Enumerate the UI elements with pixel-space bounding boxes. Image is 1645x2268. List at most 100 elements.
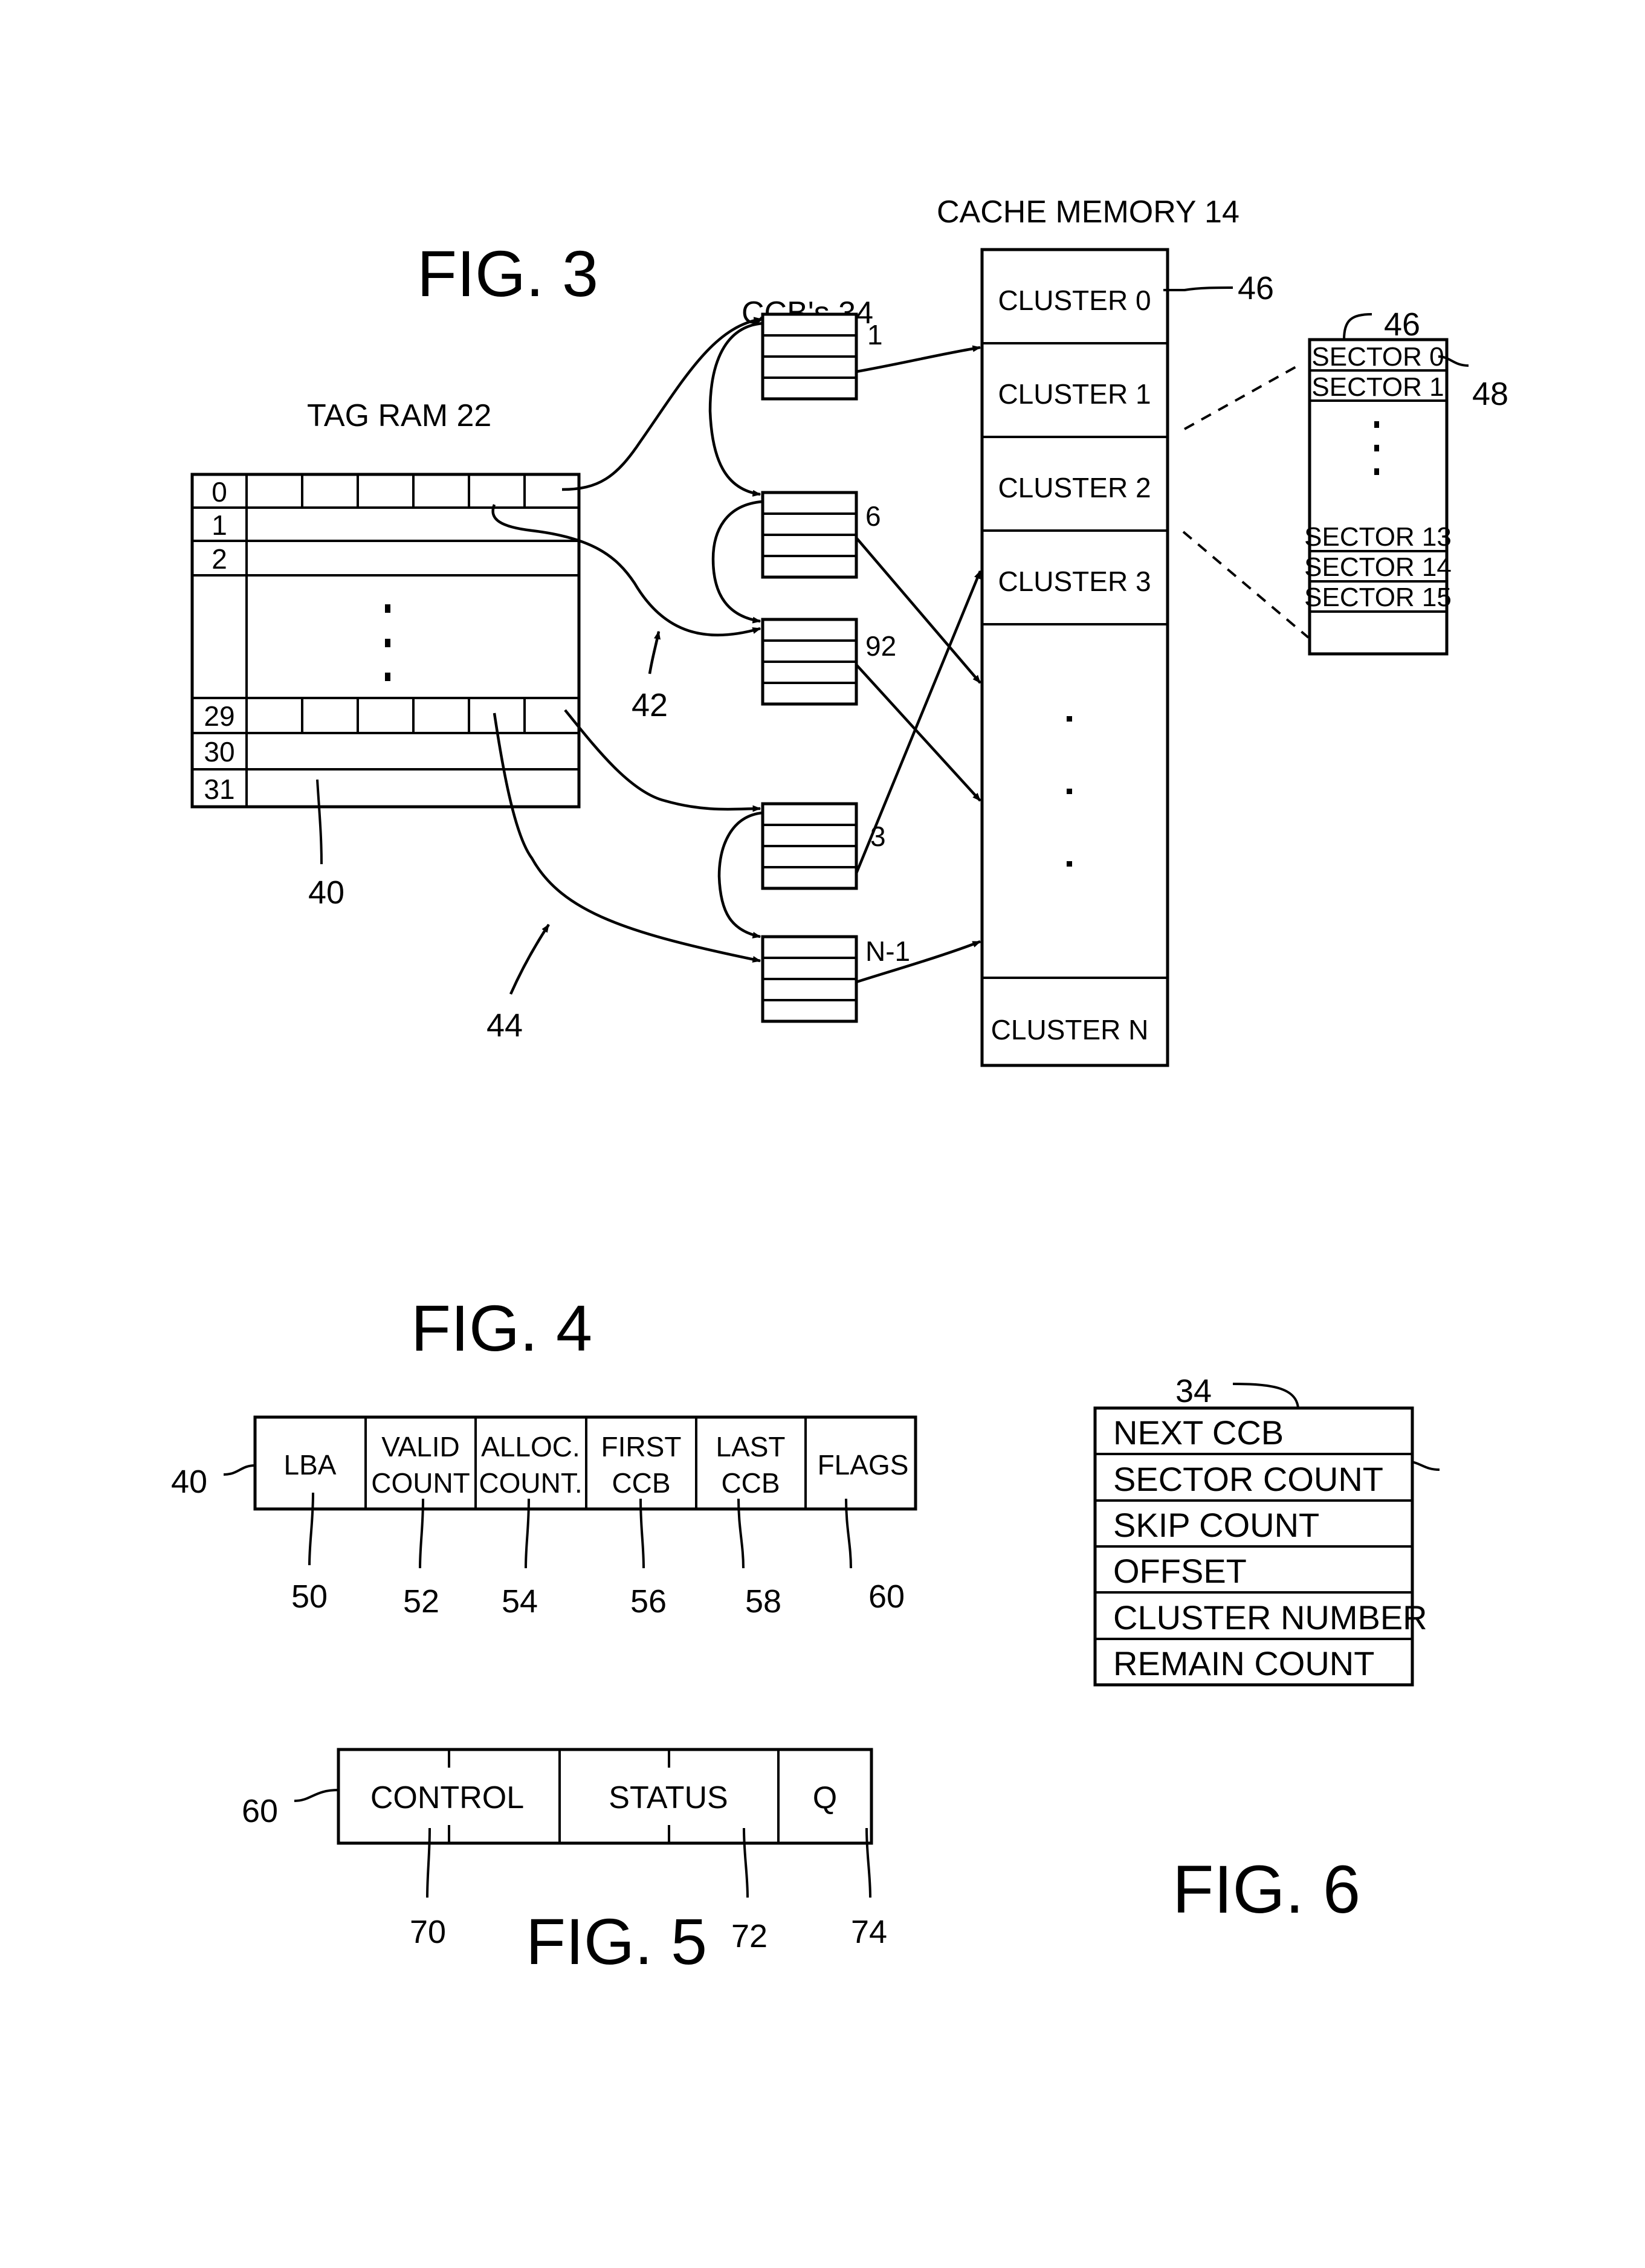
fig5-title: FIG. 5 [526,1905,707,1978]
sector-column: SECTOR 0 SECTOR 1 SECTOR 13 SECTOR 14 SE… [1304,338,1452,656]
fig4: FIG. 4 40 LBA VALID COUNT ALLOC. COUNT. … [171,1291,917,1620]
ccb-field-remain-count: REMAIN COUNT [1113,1644,1374,1682]
fig3: FIG. 3 TAG RAM 22 0 1 2 29 30 31 40 1 6 … [190,195,1508,1067]
fig3-title: FIG. 3 [417,237,598,310]
connector-ccb1-to-cluster1 [856,345,981,373]
field-flags: FLAGS [818,1449,909,1481]
tag-row-31: 31 [204,774,234,805]
field-last-ccb-2: CCB [721,1467,780,1499]
expansion-dash-top [1184,364,1299,430]
ccb-number-92: 92 [865,630,896,662]
ref-leader-60-fig5 [294,1789,339,1802]
tag-row-2: 2 [212,543,227,575]
ccb-structure-table: NEXT CCB SECTOR COUNT SKIP COUNT OFFSET … [1093,1406,1427,1687]
cluster-1: CLUSTER 1 [998,378,1151,410]
ref-46-sector: 46 [1384,306,1420,343]
connector-tag29-to-ccb3 [564,709,761,812]
ellipsis-dot [1374,468,1379,475]
chain-ccb3-to-ccbn1 [717,811,763,939]
ccb-1 [761,312,858,401]
sector-1: SECTOR 1 [1311,372,1444,402]
field-q: Q [813,1780,837,1815]
patent-drawing-sheet: FIG. 3 TAG RAM 22 0 1 2 29 30 31 40 1 6 … [171,195,1508,1978]
sector-15: SECTOR 15 [1304,583,1452,612]
ccb-field-skip-count: SKIP COUNT [1113,1506,1319,1544]
sector-13: SECTOR 13 [1304,522,1452,552]
connector-ccb92-to-cluster [855,664,981,802]
ccb-number-6: 6 [865,500,881,532]
fig4-title: FIG. 4 [411,1291,592,1365]
ccb-6 [761,491,858,579]
field-last-ccb-1: LAST [716,1431,785,1462]
ccb-field-next-ccb: NEXT CCB [1113,1413,1284,1452]
expansion-dash-bottom [1182,531,1310,639]
connector-tag0-to-ccb1 [561,317,763,491]
cluster-2: CLUSTER 2 [998,472,1151,503]
cache-memory-column: CLUSTER 0 CLUSTER 1 CLUSTER 2 CLUSTER 3 … [980,248,1169,1067]
tag-row-30: 30 [204,736,234,767]
field-lba: LBA [284,1449,337,1481]
cluster-3: CLUSTER 3 [998,566,1151,597]
fig5: 60 CONTROL STATUS Q 70 72 74 FIG. 5 [242,1748,887,1978]
field-status: STATUS [609,1780,728,1815]
ref-leader-34 [1232,1383,1299,1409]
ccb-field-offset: OFFSET [1113,1552,1247,1590]
chain-ccb6-to-ccb92 [711,500,763,624]
field-valid-count-2: COUNT [371,1467,470,1499]
ellipsis-dot [1067,716,1072,722]
ref-70: 70 [410,1914,446,1950]
fig4-ref-40: 40 [171,1464,207,1500]
ellipsis-dot [1374,421,1379,428]
tag-ram-table: 0 1 2 29 30 31 [190,473,581,809]
ref-leader-46-sector [1343,313,1372,340]
ref-arrow-44 [509,923,550,995]
ccb-n-minus-1 [761,935,858,1023]
sector-14: SECTOR 14 [1304,552,1452,582]
ref-leader-46 [1163,286,1233,291]
ellipsis-dot [385,673,390,681]
connector-ccb3-to-cluster3 [855,570,982,874]
fig5-ref-60: 60 [242,1793,278,1829]
ref-50: 50 [291,1578,328,1615]
tag-row-1: 1 [212,509,227,541]
tag-ram-label: TAG RAM 22 [307,398,491,433]
cluster-n: CLUSTER N [991,1014,1149,1045]
ref-54: 54 [502,1583,538,1620]
ref-72: 72 [731,1918,768,1954]
chain-ccb1-to-ccb6 [708,321,763,497]
fig6-title: FIG. 6 [1172,1852,1360,1927]
cluster-0: CLUSTER 0 [998,285,1151,316]
field-first-ccb-1: FIRST [601,1431,682,1462]
ref-74: 74 [851,1914,887,1950]
tag-row-29: 29 [204,700,234,732]
ref-40: 40 [308,874,344,911]
ref-48: 48 [1472,376,1508,412]
ref-leader-40-fig4 [223,1464,256,1476]
ccb-number-1: 1 [867,319,883,351]
ellipsis-dot [385,639,390,647]
ccb-92 [761,618,858,706]
field-alloc-count-2: COUNT. [479,1467,582,1499]
sector-0: SECTOR 0 [1311,342,1444,372]
tag-row-0: 0 [212,476,227,508]
field-first-ccb-2: CCB [612,1467,670,1499]
ellipsis-dot [1067,861,1072,867]
field-alloc-count-1: ALLOC. [481,1431,580,1462]
cache-memory-label: CACHE MEMORY 14 [937,195,1239,230]
fig6: 34 62 NEXT CCB SECTOR COUNT SKIP COUNT O… [1093,1373,1440,1927]
ccb-field-sector-count: SECTOR COUNT [1113,1460,1383,1498]
ellipsis-dot [1067,789,1072,794]
ref-58: 58 [745,1583,781,1620]
ref-42: 42 [632,687,668,723]
field-valid-count-1: VALID [381,1431,460,1462]
flags-record: CONTROL STATUS Q [337,1748,873,1845]
ccb-number-n-1: N-1 [865,935,910,967]
ccb-3 [761,802,858,890]
ref-44: 44 [486,1007,523,1044]
ref-52: 52 [403,1583,439,1620]
ref-46: 46 [1238,270,1274,306]
ellipsis-dot [1374,445,1379,451]
ref-60: 60 [868,1578,905,1615]
tag-entry-record: LBA VALID COUNT ALLOC. COUNT. FIRST CCB … [253,1415,917,1511]
ref-arrow-42 [648,630,661,674]
